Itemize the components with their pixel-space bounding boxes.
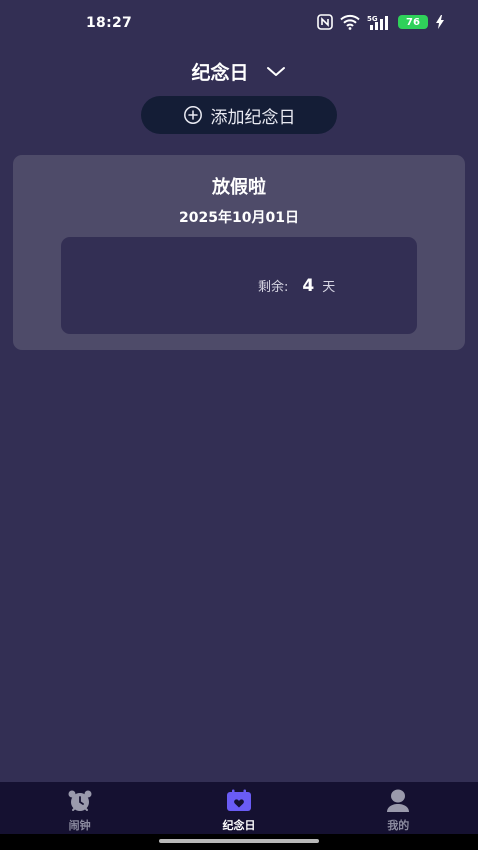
person-icon bbox=[387, 789, 410, 812]
add-anniversary-button[interactable]: 添加纪念日 bbox=[141, 96, 337, 134]
nav-item-anniversary[interactable]: 纪念日 bbox=[159, 782, 318, 834]
plus-circle-icon bbox=[183, 106, 202, 124]
nav-label-alarm: 闹钟 bbox=[68, 819, 91, 832]
event-title: 放假啦 bbox=[212, 177, 266, 198]
wifi-icon bbox=[340, 14, 360, 30]
home-bar-area bbox=[0, 834, 478, 850]
home-indicator[interactable] bbox=[159, 839, 319, 843]
remaining-unit: 天 bbox=[322, 280, 336, 295]
battery-icon: 76 bbox=[398, 15, 428, 29]
nav-item-alarm[interactable]: 闹钟 bbox=[0, 782, 159, 834]
chevron-down-icon[interactable] bbox=[265, 64, 287, 78]
status-icons: 5G 76 bbox=[317, 14, 445, 30]
svg-text:5G: 5G bbox=[367, 15, 378, 23]
countdown-box: 剩余: 4 天 bbox=[61, 237, 417, 334]
add-anniversary-label: 添加纪念日 bbox=[210, 107, 296, 128]
remaining-label: 剩余: bbox=[258, 280, 289, 295]
status-time: 18:27 bbox=[86, 15, 133, 31]
bottom-nav: 闹钟 纪念日 我的 bbox=[0, 782, 478, 834]
nfc-icon bbox=[317, 14, 333, 30]
page-title[interactable]: 纪念日 bbox=[191, 58, 248, 85]
status-bar: 18:27 5G 76 bbox=[0, 0, 478, 46]
signal-icon: 5G bbox=[367, 15, 388, 30]
anniversary-card[interactable]: 放假啦 2025年10月01日 剩余: 4 天 bbox=[13, 155, 465, 350]
nav-item-profile[interactable]: 我的 bbox=[319, 782, 478, 834]
bolt-icon bbox=[436, 15, 444, 29]
calendar-heart-icon bbox=[226, 789, 251, 811]
alarm-clock-icon bbox=[68, 790, 92, 811]
battery-level: 76 bbox=[406, 16, 420, 28]
event-date: 2025年10月01日 bbox=[179, 210, 299, 226]
nav-label-profile: 我的 bbox=[387, 819, 410, 832]
header[interactable]: 纪念日 bbox=[0, 55, 478, 87]
nav-label-anniversary: 纪念日 bbox=[222, 819, 256, 832]
remaining-days-value: 4 bbox=[302, 276, 315, 296]
countdown: 剩余: 4 天 bbox=[258, 276, 335, 296]
